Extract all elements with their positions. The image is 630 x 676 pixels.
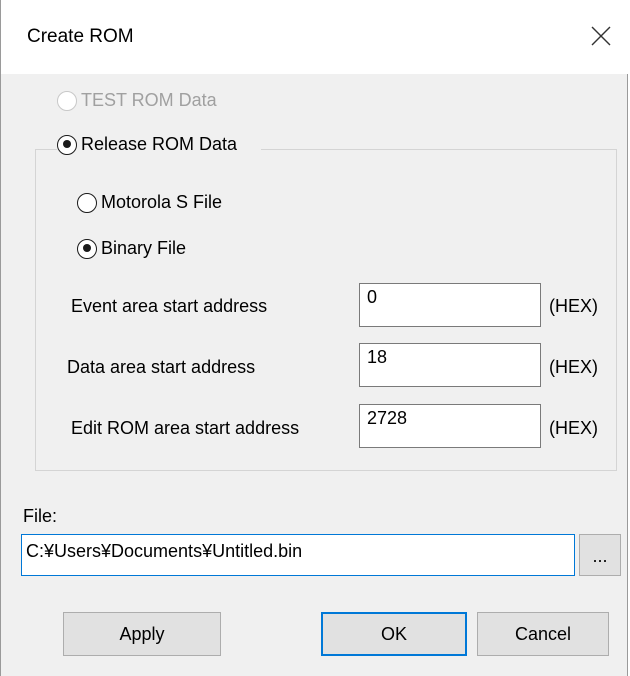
data-area-unit: (HEX) bbox=[549, 357, 598, 377]
apply-button[interactable]: Apply bbox=[63, 612, 221, 656]
release-rom-radio[interactable]: Release ROM Data bbox=[57, 134, 262, 155]
event-area-input[interactable]: 0 bbox=[359, 283, 541, 327]
edit-rom-area-unit: (HEX) bbox=[549, 418, 598, 438]
release-rom-label: Release ROM Data bbox=[81, 134, 238, 154]
file-path-input[interactable]: C:¥Users¥Documents¥Untitled.bin bbox=[21, 534, 575, 576]
radio-indicator bbox=[57, 134, 77, 155]
radio-indicator bbox=[77, 238, 97, 259]
binary-file-label: Binary File bbox=[101, 238, 187, 258]
create-rom-dialog: Create ROM TEST ROM Data Release ROM Dat… bbox=[0, 0, 629, 676]
radio-indicator bbox=[57, 90, 77, 111]
motorola-s-file-radio[interactable]: Motorola S File bbox=[77, 192, 222, 213]
cancel-button[interactable]: Cancel bbox=[477, 612, 609, 656]
test-rom-radio[interactable]: TEST ROM Data bbox=[57, 90, 217, 111]
event-area-unit: (HEX) bbox=[549, 296, 598, 316]
binary-file-radio[interactable]: Binary File bbox=[77, 238, 186, 259]
close-button[interactable] bbox=[581, 16, 621, 56]
browse-button[interactable]: ... bbox=[579, 534, 621, 576]
test-rom-label: TEST ROM Data bbox=[81, 90, 217, 110]
close-icon bbox=[591, 26, 611, 46]
event-area-label: Event area start address bbox=[71, 296, 268, 316]
radio-indicator bbox=[77, 192, 97, 213]
file-label: File: bbox=[23, 506, 58, 526]
ok-button[interactable]: OK bbox=[321, 612, 467, 656]
edit-rom-area-input[interactable]: 2728 bbox=[359, 404, 541, 448]
edit-rom-area-label: Edit ROM area start address bbox=[71, 418, 300, 438]
data-area-label: Data area start address bbox=[67, 357, 256, 377]
dialog-title: Create ROM bbox=[27, 26, 134, 47]
title-bar: Create ROM bbox=[1, 0, 629, 74]
data-area-input[interactable]: 18 bbox=[359, 343, 541, 387]
motorola-s-file-label: Motorola S File bbox=[101, 192, 223, 212]
